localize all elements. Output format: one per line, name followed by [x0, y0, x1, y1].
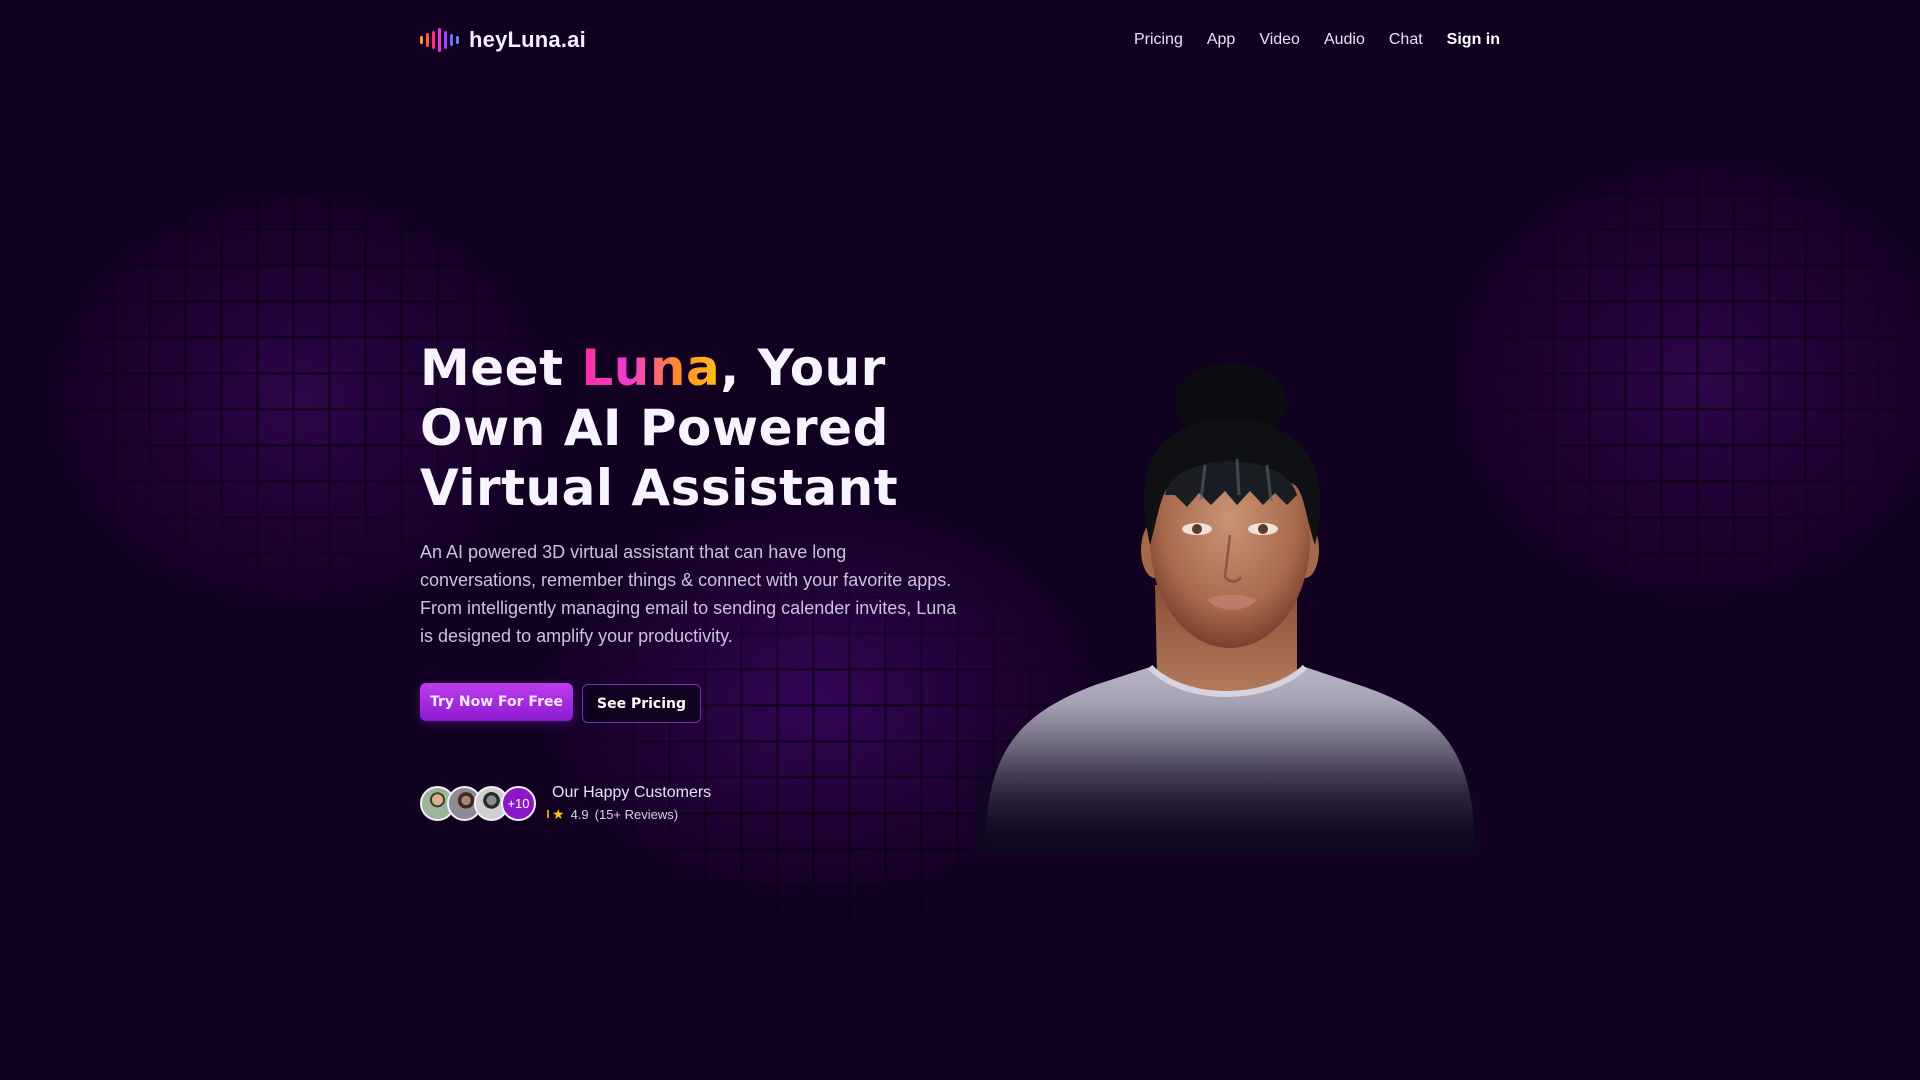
logo-bar — [450, 34, 453, 46]
hero-description: An AI powered 3D virtual assistant that … — [420, 542, 957, 646]
logo-bar — [420, 36, 423, 44]
rating-value: 4.9 — [570, 807, 589, 822]
brand-logo[interactable]: heyLuna.ai — [420, 27, 586, 53]
sound-wave-icon — [420, 28, 459, 52]
logo-bar — [444, 31, 447, 49]
hero-title: Meet Luna, Your Own AI Powered Virtual A… — [420, 338, 980, 518]
logo-bar — [426, 33, 429, 47]
logo-bar — [438, 28, 441, 52]
sign-in-link[interactable]: Sign in — [1447, 31, 1500, 49]
nav-link-video[interactable]: Video — [1259, 31, 1300, 49]
nav-link-chat[interactable]: Chat — [1389, 31, 1423, 49]
hero-actions: Try Now For Free See Pricing — [420, 683, 701, 723]
review-count: (15+ Reviews) — [594, 807, 679, 822]
hero-title-before: Meet — [420, 339, 582, 397]
top-navigation: heyLuna.ai Pricing App Video Audio Chat … — [420, 22, 1500, 58]
hero-title-accent: Luna — [581, 339, 721, 397]
logo-bar — [456, 36, 459, 44]
nav-link-audio[interactable]: Audio — [1324, 31, 1365, 49]
social-proof-text: Our Happy Customers ★ 4.9 (15+ Reviews) — [547, 783, 712, 823]
social-proof: +10 Our Happy Customers ★ 4.9 (15+ Revie… — [420, 783, 711, 823]
logo-bar — [432, 31, 435, 49]
brand-name: heyLuna.ai — [469, 27, 586, 52]
luna-portrait-svg — [975, 355, 1480, 855]
customer-avatars: +10 — [420, 785, 536, 821]
nav-link-pricing[interactable]: Pricing — [1134, 31, 1183, 49]
nav-link-app[interactable]: App — [1207, 31, 1235, 49]
rating-row: ★ 4.9 (15+ Reviews) — [547, 806, 711, 823]
more-customers-badge: +10 — [501, 785, 536, 821]
nav-links: Pricing App Video Audio Chat Sign in — [1134, 31, 1500, 49]
try-now-button[interactable]: Try Now For Free — [420, 683, 573, 721]
background-grid-right — [1480, 120, 1920, 620]
happy-customers-label: Our Happy Customers — [552, 784, 712, 801]
star-icon: ★ — [547, 806, 565, 822]
luna-avatar-illustration — [975, 355, 1480, 855]
see-pricing-button[interactable]: See Pricing — [582, 684, 701, 723]
